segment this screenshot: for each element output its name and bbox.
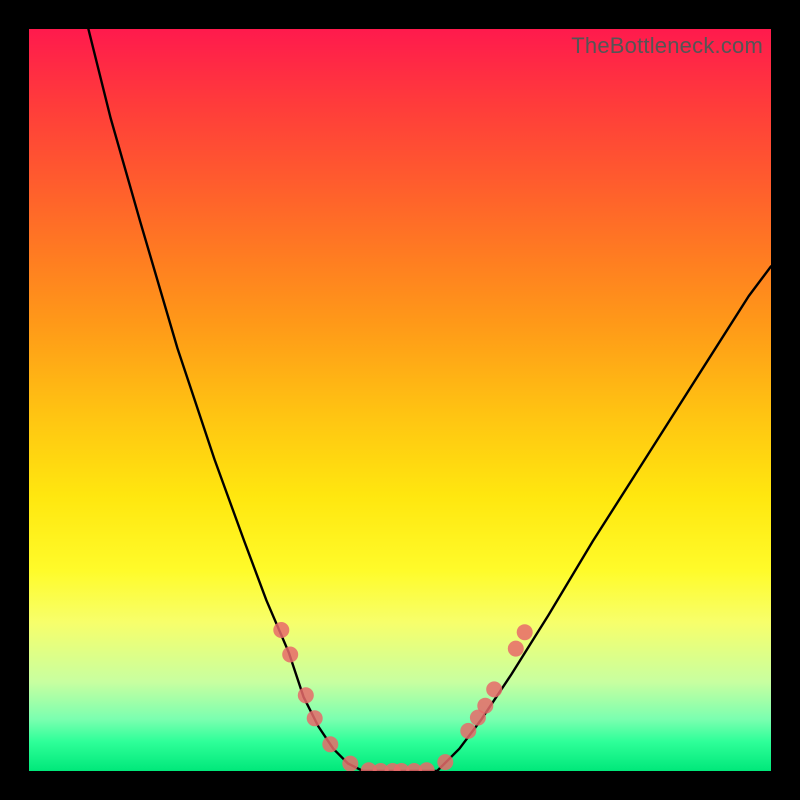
marker-point xyxy=(477,698,493,714)
marker-point xyxy=(419,762,435,771)
marker-group xyxy=(273,622,532,771)
marker-point xyxy=(273,622,289,638)
marker-point xyxy=(508,641,524,657)
curve-group xyxy=(88,29,771,771)
marker-point xyxy=(342,756,358,771)
marker-point xyxy=(307,710,323,726)
curve-curve-left xyxy=(88,29,363,771)
marker-point xyxy=(460,723,476,739)
marker-point xyxy=(437,754,453,770)
curve-curve-right xyxy=(437,266,771,771)
marker-point xyxy=(517,624,533,640)
chart-svg xyxy=(29,29,771,771)
marker-point xyxy=(282,647,298,663)
chart-frame: TheBottleneck.com xyxy=(0,0,800,800)
marker-point xyxy=(322,736,338,752)
marker-point xyxy=(486,681,502,697)
plot-area: TheBottleneck.com xyxy=(29,29,771,771)
marker-point xyxy=(298,687,314,703)
